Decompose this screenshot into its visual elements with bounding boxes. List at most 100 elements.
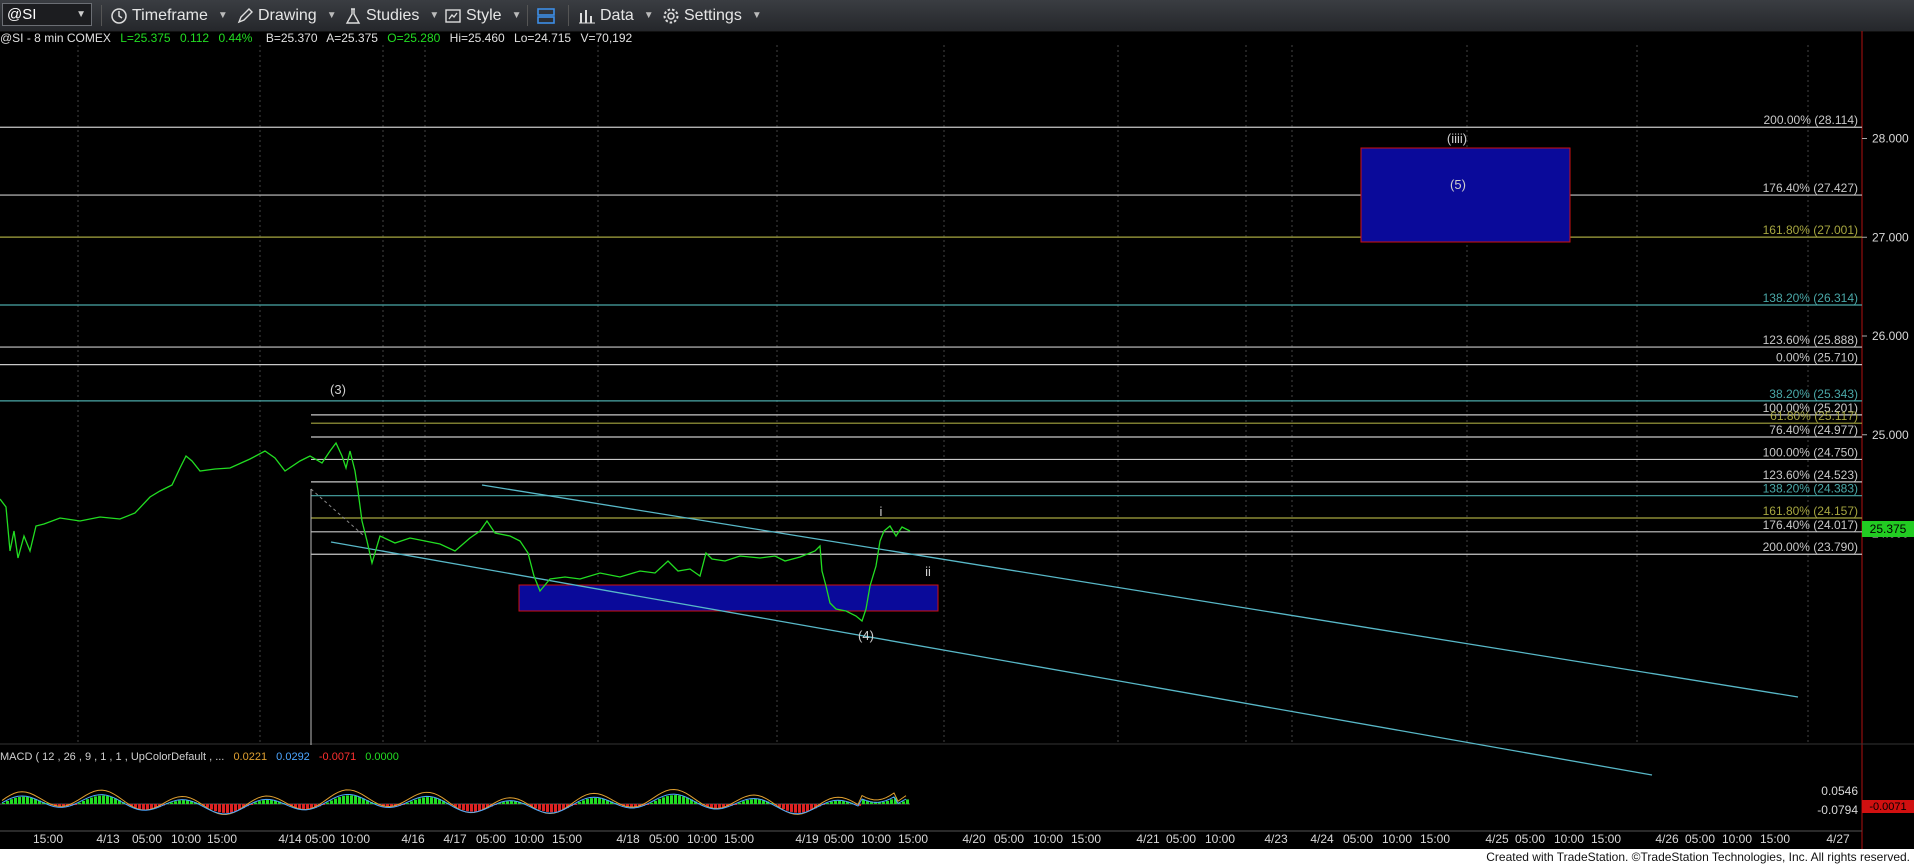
macd-bar	[502, 802, 505, 804]
fib-label: 200.00% (23.790)	[1763, 540, 1858, 554]
macd-bar	[234, 804, 237, 812]
time-tick-label: 4/27	[1826, 832, 1850, 846]
drawing-menu[interactable]: Drawing ▼	[236, 0, 337, 31]
footer-credit: Created with TradeStation. ©TradeStation…	[0, 849, 1914, 866]
macd-bar	[782, 804, 785, 810]
macd-bar	[326, 802, 329, 804]
support-box-wave-4[interactable]	[518, 584, 939, 612]
time-tick-label: 05:00	[305, 832, 335, 846]
macd-bar	[666, 796, 669, 804]
price-tick-label: 25.000	[1872, 428, 1909, 442]
macd-bar	[834, 800, 837, 804]
macd-bar	[10, 799, 13, 804]
macd-bar	[674, 795, 677, 804]
price-chart[interactable]: 200.00% (28.114) 176.40% (27.427) 161.80% …	[0, 31, 1914, 849]
quote-high: Hi=25.460	[450, 31, 505, 45]
timeframe-menu[interactable]: Timeframe ▼	[110, 0, 228, 31]
price-tick-label: 28.000	[1872, 132, 1909, 146]
macd-zero: 0.0000	[365, 751, 399, 763]
macd-bar	[262, 800, 265, 804]
macd-bar	[94, 796, 97, 804]
macd-bar	[670, 795, 673, 804]
time-tick-label: 4/18	[616, 832, 640, 846]
time-tick-label: 15:00	[1591, 832, 1621, 846]
layout-button[interactable]	[536, 0, 556, 31]
chevron-down-icon: ▼	[326, 10, 337, 21]
macd-bar	[582, 800, 585, 804]
macd-bar	[458, 804, 461, 809]
macd-bar	[658, 798, 661, 804]
style-icon	[445, 8, 461, 23]
studies-menu[interactable]: Studies ▼	[344, 0, 439, 31]
toolbar-separator	[101, 5, 102, 26]
time-tick-label: 15:00	[1760, 832, 1790, 846]
symbol-value: @SI	[7, 6, 37, 23]
chevron-down-icon: ▼	[643, 10, 654, 21]
macd-bar	[886, 800, 889, 804]
macd-bar	[218, 804, 221, 813]
timeframe-label: Timeframe	[132, 6, 208, 24]
macd-line	[1, 788, 907, 816]
macd-bar	[578, 802, 581, 804]
macd-label: MACD ( 12 , 26 , 9 , 1 , 1 , UpColorDefa…	[0, 751, 224, 763]
style-menu[interactable]: Style ▼	[444, 0, 521, 31]
macd-bar	[90, 797, 93, 804]
macd-bar	[478, 804, 481, 811]
macd-bar	[430, 797, 433, 804]
macd-bar	[466, 804, 469, 812]
macd-bar	[414, 799, 417, 804]
macd-bar	[14, 797, 17, 804]
time-tick-label: 15:00	[898, 832, 928, 846]
lower-trendline[interactable]	[330, 541, 1653, 776]
time-tick-label: 10:00	[861, 832, 891, 846]
macd-bar	[354, 795, 357, 804]
macd-bar	[558, 804, 561, 812]
macd-bar	[786, 804, 789, 811]
fib-label: 138.20% (24.383)	[1763, 482, 1858, 496]
fib-label: 161.80% (24.157)	[1763, 504, 1858, 518]
time-tick-label: 05:00	[1685, 832, 1715, 846]
style-label: Style	[466, 6, 502, 24]
chart-toolbar: @SI ▼ Timeframe ▼ Drawing ▼ Studies ▼ St…	[0, 0, 1914, 32]
macd-bar	[266, 799, 269, 804]
chevron-down-icon: ▼	[429, 10, 440, 21]
macd-bar	[270, 799, 273, 804]
chevron-down-icon[interactable]: ▼	[76, 9, 86, 20]
macd-bar	[82, 800, 85, 804]
chevron-down-icon: ▼	[751, 10, 762, 21]
time-tick-label: 05:00	[476, 832, 506, 846]
macd-bar	[426, 797, 429, 804]
fib-label: 123.60% (24.523)	[1763, 468, 1858, 482]
macd-bar	[798, 804, 801, 813]
macd-axis-top: 0.0546	[1821, 784, 1858, 798]
macd-bar	[758, 799, 761, 804]
macd-bar	[902, 801, 905, 804]
toolbar-separator	[527, 5, 528, 26]
macd-bar	[538, 804, 541, 810]
macd-bar	[654, 800, 657, 804]
chart-area[interactable]: 200.00% (28.114) 176.40% (27.427) 161.80% …	[0, 31, 1914, 849]
macd-bar	[542, 804, 545, 812]
macd-bar	[338, 797, 341, 804]
time-tick-label: 05:00	[824, 832, 854, 846]
target-box-wave-5[interactable]	[1360, 147, 1571, 243]
macd-bar	[410, 801, 413, 804]
symbol-input[interactable]: @SI ▼	[2, 3, 92, 26]
time-tick-label: 10:00	[1382, 832, 1412, 846]
time-axis: 15:00 4/13 05:00 10:00 15:00 4/14 05:00 10:00 4/…	[33, 832, 1850, 846]
time-tick-label: 4/21	[1136, 832, 1160, 846]
bar-chart-icon	[579, 9, 595, 23]
data-menu[interactable]: Data ▼	[578, 0, 654, 31]
time-tick-label: 4/14	[278, 832, 302, 846]
fib-label: 38.20% (25.343)	[1769, 387, 1858, 401]
footer-text: Created with TradeStation. ©TradeStation…	[1486, 850, 1910, 864]
quote-volume: V=70,192	[580, 31, 632, 45]
macd-bar	[302, 804, 305, 810]
time-tick-label: 05:00	[1166, 832, 1196, 846]
time-tick-label: 15:00	[33, 832, 63, 846]
time-tick-label: 4/20	[962, 832, 986, 846]
macd-bar	[254, 802, 257, 804]
settings-menu[interactable]: Settings ▼	[662, 0, 762, 31]
macd-bar	[422, 797, 425, 804]
time-tick-label: 15:00	[724, 832, 754, 846]
